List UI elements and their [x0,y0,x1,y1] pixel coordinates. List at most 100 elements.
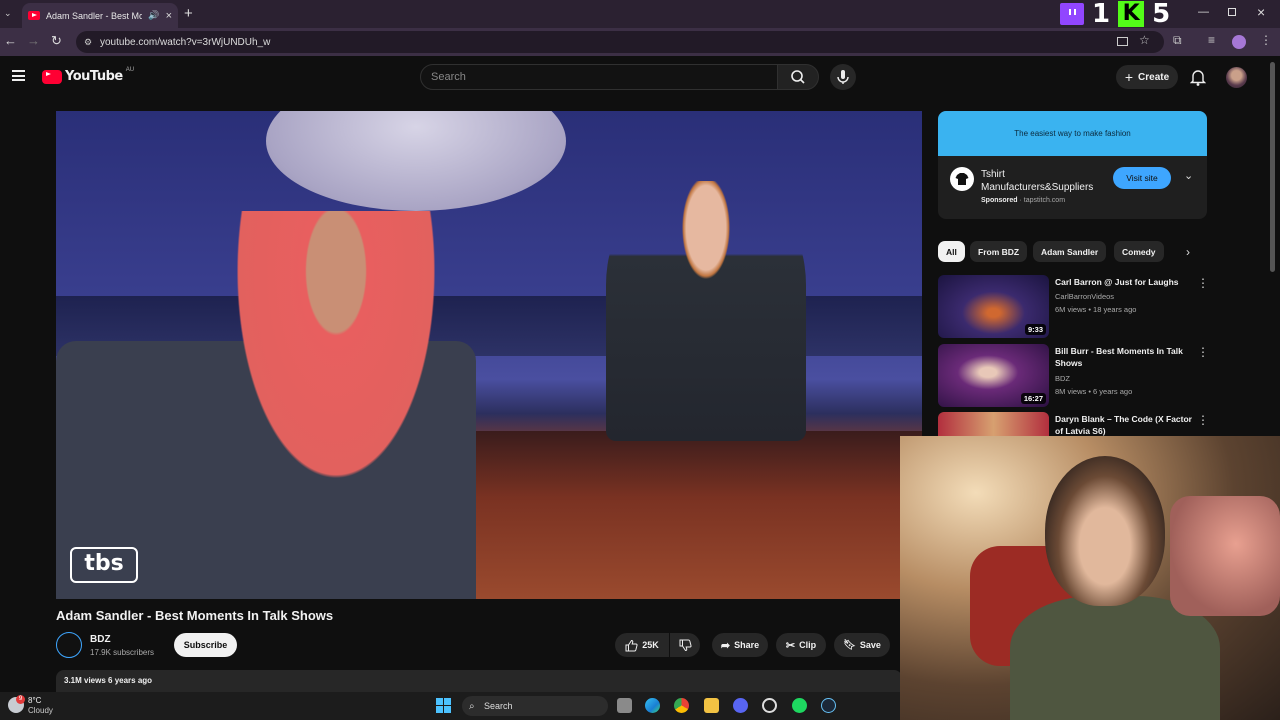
weather-condition[interactable]: Cloudy [28,706,53,715]
minimize-icon[interactable]: — [1198,6,1209,18]
thumbs-up-icon [625,639,638,651]
recommendation-channel[interactable]: CarlBarronVideos [1055,290,1114,303]
youtube-logo-text: YouTube [65,69,123,84]
chip-from-bdz[interactable]: From BDZ [970,241,1028,262]
sponsored-ad-card[interactable]: The easiest way to make fashion Tshirt M… [938,111,1207,219]
taskbar-search-label: Search [484,701,513,711]
profile-avatar[interactable] [1232,35,1246,49]
recommendation-title[interactable]: Bill Burr - Best Moments In Talk Shows [1055,345,1195,369]
notifications-icon[interactable] [1190,68,1206,86]
more-actions-icon[interactable]: ⋮ [1197,345,1209,359]
media-control-icon[interactable]: ≡ [1208,33,1215,47]
create-button[interactable]: + Create [1116,65,1178,89]
twitch-viewer-count: 1 [1092,0,1111,29]
address-bar[interactable]: ⚙ youtube.com/watch?v=3rWjUNDUh_w [76,31,1164,53]
chip-all[interactable]: All [938,241,965,262]
new-tab-button[interactable]: + [184,5,193,22]
more-actions-icon[interactable]: ⋮ [1197,413,1209,427]
twitch-logo-icon [1060,3,1084,25]
discord-icon[interactable] [733,698,748,713]
ad-domain: tapstitch.com [1023,197,1066,204]
ad-banner-text: The easiest way to make fashion [1014,129,1131,138]
recommendation-channel[interactable]: BDZ [1055,372,1070,385]
subscriber-count: 17.9K subscribers [90,648,155,657]
edge-icon[interactable] [645,698,660,713]
spotify-icon[interactable] [792,698,807,713]
weather-temperature[interactable]: 8°C [28,696,41,705]
close-tab-icon[interactable]: × [166,10,172,22]
thumbs-down-icon [679,639,692,651]
search-button[interactable] [777,64,819,90]
taskbar-search[interactable]: ⌕ Search [462,696,608,716]
kick-logo-icon: K [1118,1,1145,27]
chevron-down-icon[interactable]: ⌄ [1184,169,1193,182]
voice-search-button[interactable] [830,64,856,90]
tbs-watermark: tbs [70,547,138,583]
backdrop-moon [266,111,566,211]
chevron-right-icon[interactable]: › [1186,245,1190,259]
recommendation-title[interactable]: Carl Barron @ Just for Laughs [1055,276,1195,288]
search-icon [791,70,805,84]
chip-comedy[interactable]: Comedy [1114,241,1164,262]
visit-site-button[interactable]: Visit site [1113,167,1171,189]
ad-title: Tshirt Manufacturers&Suppliers [981,169,1094,193]
bookmark-icon: 🔖︎ [843,639,856,651]
tab-list-button[interactable]: ⌄ [4,8,16,20]
hamburger-menu-icon[interactable] [12,70,25,81]
windows-start-icon[interactable] [436,698,451,713]
forward-icon[interactable]: → [27,33,40,48]
recommendation-thumbnail[interactable]: 9:33 [938,275,1049,338]
bookmark-star-icon[interactable]: ☆ [1139,33,1150,47]
browser-tab[interactable]: Adam Sandler - Best Mome 🔊 × [22,3,178,28]
extensions-icon[interactable]: ⧉ [1173,33,1182,48]
like-button[interactable]: 25K [615,633,669,657]
share-icon: ➦ [720,639,731,652]
room-bed [1170,496,1280,616]
video-duration: 16:27 [1020,393,1046,404]
video-title: Adam Sandler - Best Moments In Talk Show… [56,608,334,623]
channel-name[interactable]: BDZ [90,634,111,645]
account-avatar[interactable] [1226,67,1247,88]
browser-menu-icon[interactable]: ⋮ [1260,33,1272,47]
sponsored-label: Sponsored [981,197,1018,204]
install-app-icon[interactable] [1117,37,1128,46]
speaker-icon[interactable]: 🔊 [148,10,159,21]
recommendation-title[interactable]: Daryn Blank – The Code (X Factor of Latv… [1055,413,1195,437]
microphone-icon [837,70,849,84]
youtube-logo[interactable]: YouTube AU [42,66,135,84]
view-count-and-date: 3.1M views 6 years ago [64,676,153,685]
video-player[interactable]: tbs [56,111,922,599]
back-icon[interactable]: ← [4,33,17,48]
channel-avatar[interactable] [56,632,82,658]
chrome-icon[interactable] [674,698,689,713]
chip-adam-sandler[interactable]: Adam Sandler [1033,241,1107,262]
clip-button[interactable]: ✂ Clip [776,633,826,657]
site-info-icon[interactable]: ⚙ [84,37,92,48]
dislike-button[interactable] [670,633,700,657]
page-scrollbar[interactable] [1270,62,1275,272]
recommendation-thumbnail[interactable] [938,412,1049,436]
share-button[interactable]: ➦ Share [712,633,768,657]
save-button[interactable]: 🔖︎ Save [834,633,890,657]
more-actions-icon[interactable]: ⋮ [1197,276,1209,290]
steam-icon[interactable] [821,698,836,713]
region-code: AU [125,66,135,73]
share-label: Share [734,640,760,650]
reload-icon[interactable]: ↻ [51,33,62,49]
file-explorer-icon[interactable] [704,698,719,713]
ad-banner[interactable]: The easiest way to make fashion [938,111,1207,156]
close-window-icon[interactable]: × [1257,4,1265,20]
restore-icon[interactable] [1228,8,1236,16]
search-placeholder: Search [431,71,466,83]
webcam-overlay [900,436,1280,720]
youtube-header: YouTube AU Search + Create [0,56,1280,98]
advertiser-logo [950,167,974,191]
steelseries-icon[interactable] [762,698,777,713]
host-desk [476,431,922,599]
subscribe-button[interactable]: Subscribe [174,633,237,657]
kick-viewer-count: 5 [1152,0,1171,29]
search-input[interactable]: Search [420,64,778,90]
recommendation-thumbnail[interactable]: 16:27 [938,344,1049,407]
streamer-head [1045,456,1165,606]
task-view-icon[interactable] [617,698,632,713]
